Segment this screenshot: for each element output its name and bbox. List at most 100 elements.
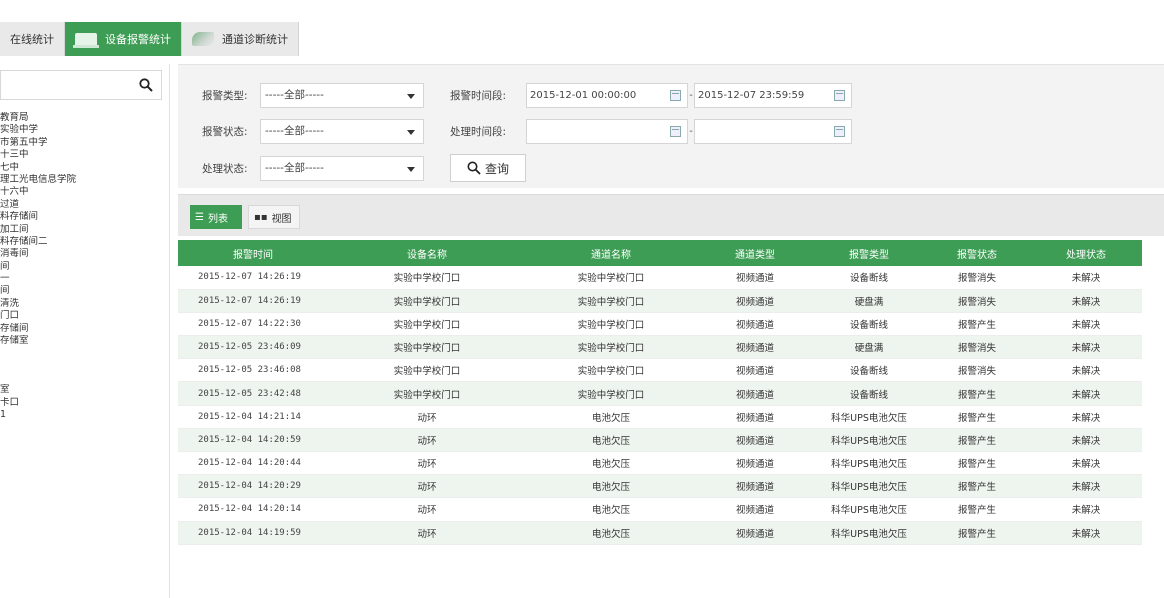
table-cell: 报警产生: [924, 381, 1030, 406]
table-row[interactable]: 2015-12-04 14:20:14 动环 电池欠压 视频通道 科华UPS电池…: [178, 497, 1142, 522]
table-cell: 实验中学校门口: [526, 266, 696, 290]
tree-node[interactable]: 一: [0, 273, 170, 285]
tree-node[interactable]: 料存储间: [0, 211, 170, 223]
table-cell: 未解决: [1030, 312, 1142, 337]
tree-node[interactable]: 卡口: [0, 397, 170, 409]
tree-node[interactable]: 消毒间: [0, 248, 170, 260]
table-cell: 报警消失: [924, 335, 1030, 360]
table-cell: 未解决: [1030, 474, 1142, 499]
tree-node[interactable]: 理工光电信息学院: [0, 174, 170, 186]
alarm-time-end-value: 2015-12-07 23:59:59: [698, 89, 805, 101]
tree-node[interactable]: 存储室: [0, 335, 170, 347]
table-row[interactable]: 2015-12-04 14:20:59 动环 电池欠压 视频通道 科华UPS电池…: [178, 428, 1142, 453]
table-row[interactable]: 2015-12-04 14:19:59 动环 电池欠压 视频通道 科华UPS电池…: [178, 521, 1142, 545]
table-cell: 电池欠压: [526, 405, 696, 429]
alarm-time-end-input[interactable]: 2015-12-07 23:59:59: [694, 82, 852, 108]
table-cell: 2015-12-04 14:20:44: [178, 451, 328, 476]
table-row[interactable]: 2015-12-07 14:26:19 实验中学校门口 实验中学校门口 视频通道…: [178, 266, 1142, 290]
column-header[interactable]: 通道类型: [696, 240, 814, 266]
tree-node[interactable]: 实验中学: [0, 124, 170, 136]
tree-node[interactable]: 1: [0, 409, 170, 421]
tree-node[interactable]: 市第五中学: [0, 137, 170, 149]
table-cell: 2015-12-07 14:26:19: [178, 266, 328, 290]
tree-node[interactable]: 存储间: [0, 323, 170, 335]
laptop-icon: [73, 33, 99, 48]
tree-node[interactable]: 室: [0, 384, 170, 396]
table-row[interactable]: 2015-12-07 14:22:30 实验中学校门口 实验中学校门口 视频通道…: [178, 312, 1142, 337]
column-header[interactable]: 报警状态: [924, 240, 1030, 266]
tree-node[interactable]: 七中: [0, 162, 170, 174]
table-cell: 2015-12-05 23:42:48: [178, 381, 328, 406]
tab-label: 通道诊断统计: [222, 33, 288, 46]
table-cell: 设备断线: [814, 381, 924, 406]
tab-channel-diagnosis-stats[interactable]: 通道诊断统计: [182, 22, 299, 56]
calendar-icon[interactable]: [670, 125, 681, 137]
tree-search-input[interactable]: [1, 71, 131, 99]
table-cell: 视频通道: [696, 381, 814, 406]
table-cell: 视频通道: [696, 335, 814, 360]
calendar-icon[interactable]: [834, 89, 845, 101]
table-row[interactable]: 2015-12-07 14:26:19 实验中学校门口 实验中学校门口 视频通道…: [178, 289, 1142, 313]
tab-online-stats[interactable]: 在线统计: [0, 22, 65, 56]
table-row[interactable]: 2015-12-04 14:20:29 动环 电池欠压 视频通道 科华UPS电池…: [178, 474, 1142, 499]
table-header-row: 报警时间 设备名称 通道名称 通道类型 报警类型 报警状态 处理状态: [178, 240, 1142, 266]
handle-time-end-input[interactable]: [694, 118, 852, 144]
table-cell: 设备断线: [814, 358, 924, 383]
table-cell: 实验中学校门口: [328, 335, 526, 360]
filter-row-3: 处理状态: -----全部----- 查询: [202, 154, 526, 182]
tree-node[interactable]: 间: [0, 285, 170, 297]
table-cell: 科华UPS电池欠压: [814, 428, 924, 453]
tree-node[interactable]: 十六中: [0, 186, 170, 198]
handle-time-start-input[interactable]: [526, 118, 688, 144]
tab-device-alarm-stats[interactable]: 设备报警统计: [65, 22, 182, 56]
tree-node[interactable]: 清洗: [0, 298, 170, 310]
tree-node[interactable]: 间: [0, 261, 170, 273]
handle-time-label: 处理时间段:: [450, 125, 507, 138]
column-header[interactable]: 处理状态: [1030, 240, 1142, 266]
table-row[interactable]: 2015-12-04 14:21:14 动环 电池欠压 视频通道 科华UPS电池…: [178, 405, 1142, 429]
table-cell: 动环: [328, 451, 526, 476]
table-cell: 未解决: [1030, 497, 1142, 522]
alarm-type-select[interactable]: -----全部-----: [260, 82, 424, 108]
grid-icon: ▪▪: [254, 211, 268, 223]
table-cell: 视频通道: [696, 312, 814, 337]
table-cell: 设备断线: [814, 312, 924, 337]
table-row[interactable]: 2015-12-05 23:46:08 实验中学校门口 实验中学校门口 视频通道…: [178, 358, 1142, 383]
table-cell: 报警产生: [924, 428, 1030, 453]
alarm-time-label: 报警时间段:: [450, 89, 507, 102]
alarm-status-select[interactable]: -----全部-----: [260, 118, 424, 144]
tree-node[interactable]: 门口: [0, 310, 170, 322]
tree-node[interactable]: 加工间: [0, 224, 170, 236]
table-cell: 未解决: [1030, 381, 1142, 406]
column-header[interactable]: 通道名称: [526, 240, 696, 266]
query-button[interactable]: 查询: [450, 154, 526, 182]
stats-tab-bar: 在线统计 设备报警统计 通道诊断统计: [0, 22, 340, 56]
table-cell: 实验中学校门口: [328, 381, 526, 406]
table-cell: 未解决: [1030, 428, 1142, 453]
column-header[interactable]: 报警类型: [814, 240, 924, 266]
table-row[interactable]: 2015-12-05 23:42:48 实验中学校门口 实验中学校门口 视频通道…: [178, 381, 1142, 406]
column-header[interactable]: 报警时间: [178, 240, 328, 266]
column-header[interactable]: 设备名称: [328, 240, 526, 266]
grid-view-button[interactable]: ▪▪ 视图: [248, 205, 300, 229]
tree-node[interactable]: 十三中: [0, 149, 170, 161]
search-icon[interactable]: [139, 78, 153, 92]
table-cell: 电池欠压: [526, 497, 696, 522]
table-cell: 报警产生: [924, 312, 1030, 337]
table-cell: 未解决: [1030, 358, 1142, 383]
table-cell: 设备断线: [814, 266, 924, 290]
table-cell: 动环: [328, 405, 526, 429]
tree-node[interactable]: 教育局: [0, 112, 170, 124]
table-row[interactable]: 2015-12-04 14:20:44 动环 电池欠压 视频通道 科华UPS电池…: [178, 451, 1142, 476]
tree-node[interactable]: 料存储间二: [0, 236, 170, 248]
list-view-button[interactable]: ☰ 列表: [190, 205, 242, 229]
handle-status-select[interactable]: -----全部-----: [260, 155, 424, 181]
tree-node[interactable]: 过道: [0, 199, 170, 211]
table-cell: 科华UPS电池欠压: [814, 474, 924, 499]
calendar-icon[interactable]: [834, 125, 845, 137]
table-cell: 动环: [328, 497, 526, 522]
calendar-icon[interactable]: [670, 89, 681, 101]
alarm-time-start-input[interactable]: 2015-12-01 00:00:00: [526, 82, 688, 108]
alarm-status-value: -----全部-----: [265, 124, 324, 137]
table-row[interactable]: 2015-12-05 23:46:09 实验中学校门口 实验中学校门口 视频通道…: [178, 335, 1142, 360]
